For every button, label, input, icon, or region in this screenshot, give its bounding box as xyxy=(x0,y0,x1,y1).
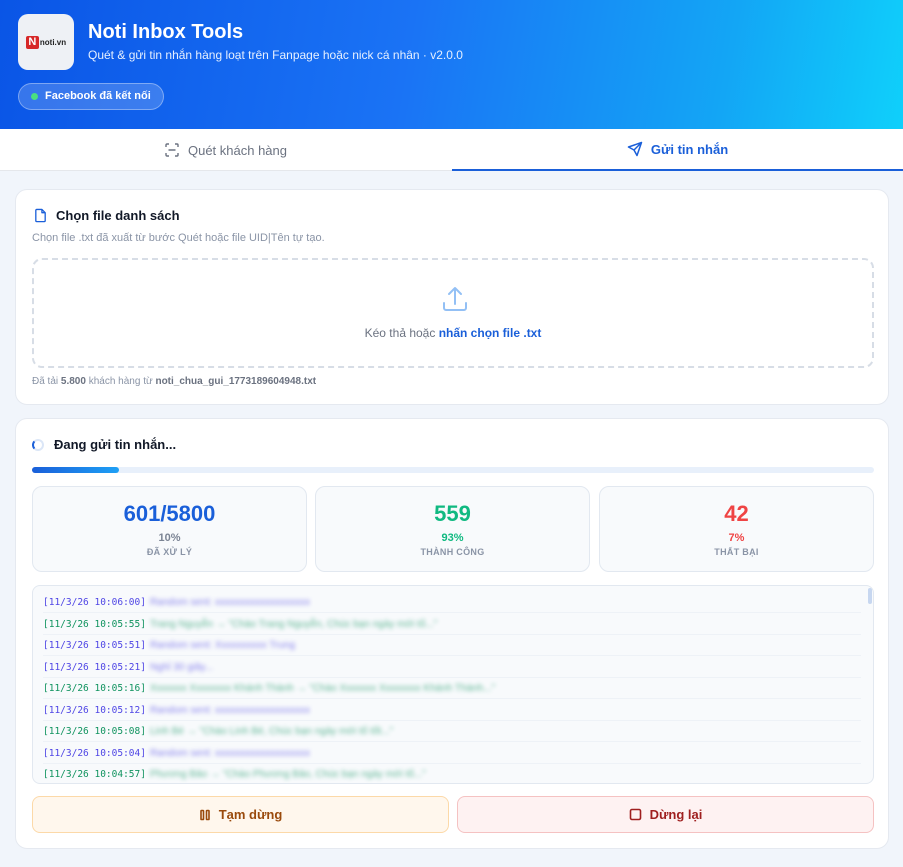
stat-success-label: THÀNH CÔNG xyxy=(420,547,485,557)
file-select-card: Chọn file danh sách Chọn file .txt đã xu… xyxy=(15,189,889,405)
log-message: Trang Nguyễn → "Chào Trang Nguyễn, Chúc … xyxy=(149,618,438,630)
log-message: Random sent: Xxxxxxxxxx Trung xyxy=(149,640,296,651)
stat-processed-percent: 10% xyxy=(158,532,181,544)
dropzone-text: Kéo thả hoặc nhấn chọn file .txt xyxy=(34,326,872,340)
log-timestamp: [11/3/26 10:05:21] xyxy=(43,661,146,673)
log-timestamp: [11/3/26 10:05:16] xyxy=(43,683,146,694)
log-message: Phương Bảo → "Chào Phương Bảo, Chúc bạn … xyxy=(149,769,426,780)
stop-square-icon xyxy=(629,808,641,821)
log-timestamp: [11/3/26 10:05:04] xyxy=(43,747,146,759)
log-row: [11/3/26 10:04:57] Phương Bảo → "Chào Phư… xyxy=(43,764,861,783)
app-logo: N noti.vn xyxy=(18,14,74,70)
file-dropzone[interactable]: Kéo thả hoặc nhấn chọn file .txt xyxy=(32,258,874,368)
log-timestamp: [11/3/26 10:04:57] xyxy=(43,769,146,780)
stat-processed-value: 601/5800 xyxy=(123,501,216,526)
log-row: [11/3/26 10:05:08] Linh Bé → "Chào Linh B… xyxy=(43,721,861,742)
loaded-prefix: Đã tải xyxy=(32,376,61,387)
stat-failed-percent: 7% xyxy=(728,532,745,544)
app-subtitle: Quét & gửi tin nhắn hàng loạt trên Fanpa… xyxy=(88,48,463,62)
stat-success-value: 559 xyxy=(434,501,471,526)
pause-label: Tạm dừng xyxy=(218,807,283,822)
file-card-description: Chọn file .txt đã xuất từ bước Quét hoặc… xyxy=(32,232,325,244)
connected-dot-icon xyxy=(31,93,38,100)
logo-mark-n: N xyxy=(25,35,39,49)
send-log[interactable]: [11/3/26 10:06:00] Random sent: xxxxxxxxx… xyxy=(32,585,874,784)
spinner-icon xyxy=(32,438,44,451)
log-timestamp: [11/3/26 10:05:51] xyxy=(43,640,146,651)
log-timestamp: [11/3/26 10:05:08] xyxy=(43,726,146,737)
stat-failed: 42 7% THẤT BẠI xyxy=(599,486,874,572)
stat-success: 559 93% THÀNH CÔNG xyxy=(315,486,590,572)
loaded-count: 5.800 xyxy=(60,376,86,387)
log-row: [11/3/26 10:05:51] Random sent: Xxxxxxxxx… xyxy=(43,635,861,656)
stop-button[interactable]: Dừng lại xyxy=(457,796,874,833)
log-timestamp: [11/3/26 10:05:12] xyxy=(43,704,146,716)
file-card-title: Chọn file danh sách xyxy=(56,208,180,223)
log-message: Nghỉ 30 giây... xyxy=(149,661,214,673)
tab-scan-label: Quét khách hàng xyxy=(187,142,288,158)
upload-icon xyxy=(443,287,467,311)
facebook-status-text: Facebook đã kết nối xyxy=(45,90,151,102)
stat-processed-label: ĐÃ XỬ LÝ xyxy=(146,547,193,557)
loaded-filename: noti_chua_gui_1773189604948.txt xyxy=(155,376,317,387)
app-title: Noti Inbox Tools xyxy=(88,21,244,43)
log-message: Xxxxxxx Xxxxxxxx Khánh Thành → "Chào Xxx… xyxy=(149,683,496,694)
facebook-status-badge: Facebook đã kết nối xyxy=(18,83,164,110)
file-icon xyxy=(35,208,46,223)
loaded-file-info: Đã tải 5.800 khách hàng từ noti_chua_gui… xyxy=(32,376,316,387)
log-row: [11/3/26 10:05:55] Trang Nguyễn → "Chào T… xyxy=(43,614,861,635)
file-card-header: Chọn file danh sách xyxy=(33,208,180,223)
stat-success-percent: 93% xyxy=(441,532,464,544)
send-icon xyxy=(627,141,643,157)
pause-icon xyxy=(199,809,210,820)
choose-file-link[interactable]: nhấn chọn file .txt xyxy=(439,326,542,340)
log-row: [11/3/26 10:05:04] Random sent: xxxxxxxxx… xyxy=(43,743,861,764)
send-progress-fill xyxy=(32,467,120,473)
send-progress-bar xyxy=(32,467,874,473)
stat-processed: 601/5800 10% ĐÃ XỬ LÝ xyxy=(32,486,307,572)
tab-send-label: Gửi tin nhắn xyxy=(650,141,729,157)
main-tabs: Quét khách hàng Gửi tin nhắn xyxy=(0,129,903,171)
app-header: N noti.vn Noti Inbox Tools Quét & gửi ti… xyxy=(0,0,903,129)
log-row: [11/3/26 10:06:00] Random sent: xxxxxxxxx… xyxy=(43,592,861,613)
log-message: Linh Bé → "Chào Linh Bé, Chúc bạn ngày m… xyxy=(149,726,394,737)
log-scrollbar[interactable] xyxy=(868,588,872,604)
scan-icon xyxy=(165,143,179,157)
sending-card: Đang gửi tin nhắn... 601/5800 10% ĐÃ XỬ … xyxy=(15,418,889,849)
log-row: [11/3/26 10:05:12] Random sent: xxxxxxxxx… xyxy=(43,700,861,721)
stat-failed-value: 42 xyxy=(724,501,749,526)
log-row: [11/3/26 10:05:21] Nghỉ 30 giây... xyxy=(43,657,861,678)
loaded-middle: khách hàng từ xyxy=(85,376,156,387)
log-timestamp: [11/3/26 10:06:00] xyxy=(43,597,146,608)
stop-label: Dừng lại xyxy=(649,807,703,822)
dropzone-hint: Kéo thả hoặc xyxy=(364,326,439,340)
stat-failed-label: THẤT BẠI xyxy=(714,547,759,557)
log-row: [11/3/26 10:05:16] Xxxxxxx Xxxxxxxx Khánh… xyxy=(43,678,861,699)
notivn-logo-icon: N noti.vn xyxy=(25,35,67,49)
log-timestamp: [11/3/26 10:05:55] xyxy=(43,618,146,630)
log-message: Random sent: xxxxxxxxxxxxxxxxxxx xyxy=(149,747,310,759)
log-message: Random sent: xxxxxxxxxxxxxxxxxxx xyxy=(149,704,310,716)
tab-send-messages[interactable]: Gửi tin nhắn xyxy=(452,129,903,171)
log-message: Random sent: xxxxxxxxxxxxxxxxxxx xyxy=(149,597,310,608)
sending-title: Đang gửi tin nhắn... xyxy=(54,437,177,452)
logo-text: noti.vn xyxy=(39,37,67,47)
pause-button[interactable]: Tạm dừng xyxy=(32,796,449,833)
sending-header: Đang gửi tin nhắn... xyxy=(32,437,176,452)
tab-scan-customers[interactable]: Quét khách hàng xyxy=(0,129,451,171)
